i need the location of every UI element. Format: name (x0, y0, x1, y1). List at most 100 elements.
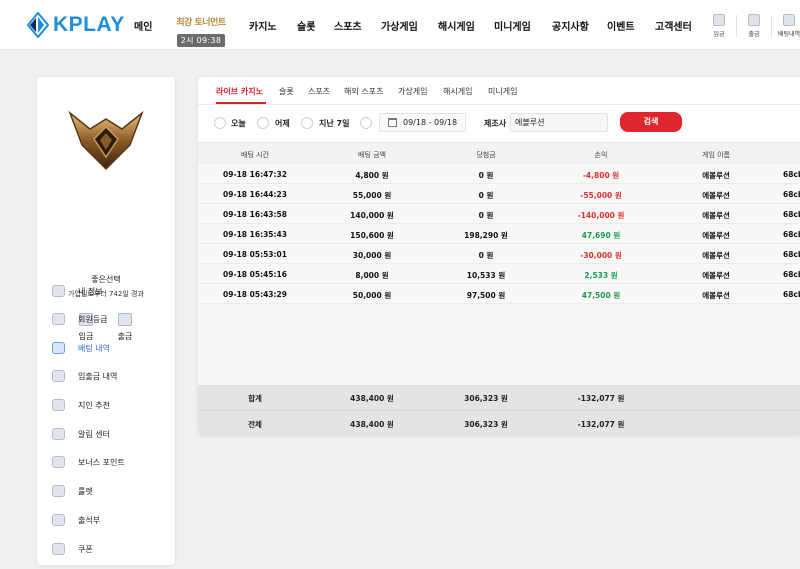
member-grade-icon (52, 313, 65, 325)
radio-custom-range[interactable] (360, 117, 372, 129)
promo-title: 최강 토너먼트 (176, 18, 226, 28)
cell-win: 97,500 원 (466, 291, 506, 300)
radio-yesterday[interactable] (257, 117, 269, 129)
radio-yesterday-label: 어제 (275, 119, 290, 128)
tab-sports[interactable]: 스포츠 (308, 86, 330, 97)
cell-pnl: 2,533 원 (584, 271, 618, 280)
cell-extra: 68cb (783, 170, 800, 179)
table-row[interactable]: 09-18 05:53:01 30,000 원 0 원 -30,000 원 에볼… (198, 244, 800, 264)
sidebar-item-label: 보너스 포인트 (78, 457, 125, 467)
sidebar-item-roulette[interactable]: 룰렛 (52, 482, 93, 500)
column-header: 게임 이름 (702, 151, 730, 159)
maker-input[interactable] (510, 113, 608, 132)
date-range-picker[interactable]: 09/18 - 09/18 (379, 113, 466, 132)
cell-game: 에볼루션 (702, 271, 730, 280)
nav-casino[interactable]: 카지노 (249, 18, 277, 33)
header-withdraw-button[interactable]: 출금 (740, 14, 768, 38)
referral-icon (52, 399, 65, 411)
tab-slot[interactable]: 슬롯 (279, 86, 294, 97)
total-win: 306,323 원 (464, 420, 508, 429)
tab-virtual-game[interactable]: 가상게임 (398, 86, 427, 97)
total-row: 전체 438,400 원 306,323 원 -132,077 원 (198, 410, 800, 434)
subtotal-row: 합계 438,400 원 306,323 원 -132,077 원 (198, 385, 800, 409)
sidebar-withdraw-button[interactable]: 출금 (110, 313, 140, 342)
cell-pnl: -4,800 원 (582, 171, 620, 180)
logo[interactable]: KPLAY (27, 12, 125, 38)
table-row[interactable]: 09-18 16:44:23 55,000 원 0 원 -55,000 원 에볼… (198, 184, 800, 204)
nav-customer-center[interactable]: 고객센터 (655, 18, 692, 33)
tab-mini-game[interactable]: 미니게임 (488, 86, 517, 97)
table-row[interactable]: 09-18 16:35:43 150,600 원 198,290 원 47,69… (198, 224, 800, 244)
column-header: 당첨금 (476, 151, 496, 159)
tab-overseas-sports[interactable]: 해외 스포츠 (344, 86, 383, 97)
table-header: 배팅 시간 배팅 금액 당첨금 손익 게임 이름 (198, 142, 800, 164)
sidebar-item-label: 출석부 (78, 515, 101, 525)
cell-win: 0 원 (478, 171, 494, 180)
table-row[interactable]: 09-18 16:43:58 140,000 원 0 원 -140,000 원 … (198, 204, 800, 224)
cell-extra: 68cb (783, 210, 800, 219)
table-footer: 합계 438,400 원 306,323 원 -132,077 원 전체 438… (198, 385, 800, 435)
nav-sports[interactable]: 스포츠 (334, 18, 362, 33)
radio-today[interactable] (214, 117, 226, 129)
sidebar-item-my-info[interactable]: 내 정보 (52, 282, 103, 300)
sidebar-item-referral[interactable]: 지인 추천 (52, 396, 110, 414)
promo-tournament[interactable]: 최강 토너먼트 2시 09:38 (170, 15, 232, 47)
nav-notice[interactable]: 공지사항 (552, 18, 589, 33)
header-divider (736, 15, 737, 37)
sidebar-item-attendance[interactable]: 출석부 (52, 511, 100, 529)
withdraw-icon (118, 313, 132, 326)
cell-win: 10,533 원 (466, 271, 506, 280)
sidebar-item-betting-history[interactable]: 배팅 내역 (52, 339, 110, 357)
nav-slot[interactable]: 슬롯 (297, 18, 315, 33)
column-header: 손익 (594, 151, 608, 159)
sidebar: 좋은선택 가입일로부터 742일 경과 입금 출금 내 정보 회원등급 배팅 내… (37, 77, 175, 565)
header-betting-history-button[interactable]: 배팅내역 (775, 14, 800, 38)
nav-virtual-game[interactable]: 가상게임 (381, 18, 418, 33)
cell-time: 09-18 05:45:16 (223, 270, 287, 279)
sidebar-item-member-grade[interactable]: 회원등급 (52, 310, 107, 328)
cell-extra: 68cb (783, 270, 800, 279)
radio-last-7-days-label: 지난 7일 (319, 119, 350, 128)
table-row[interactable]: 09-18 05:43:29 50,000 원 97,500 원 47,500 … (198, 284, 800, 304)
cell-pnl: 47,500 원 (581, 291, 621, 300)
radio-today-label: 오늘 (231, 119, 246, 128)
logo-text: KPLAY (53, 13, 125, 36)
sidebar-item-bonus-point[interactable]: 보너스 포인트 (52, 453, 125, 471)
sidebar-item-label: 룰렛 (78, 486, 93, 496)
sidebar-item-coupon[interactable]: 쿠폰 (52, 540, 93, 558)
cell-win: 0 원 (478, 251, 494, 260)
deposit-icon (713, 14, 725, 26)
cell-pnl: -55,000 원 (580, 191, 622, 200)
rank-emblem-icon (68, 110, 144, 171)
search-button[interactable]: 검색 (620, 112, 682, 132)
nav-main[interactable]: 메인 (134, 18, 152, 33)
nav-mini-game[interactable]: 미니게임 (494, 18, 531, 33)
table-row[interactable]: 09-18 05:45:16 8,000 원 10,533 원 2,533 원 … (198, 264, 800, 284)
subtotal-pnl: -132,077 원 (577, 394, 625, 403)
header-deposit-label: 입금 (713, 31, 725, 38)
cell-game: 에볼루션 (702, 231, 730, 240)
cell-win: 198,290 원 (464, 231, 508, 240)
profile-icon (52, 285, 65, 297)
coupon-icon (52, 543, 65, 555)
cell-game: 에볼루션 (702, 291, 730, 300)
nav-hash-game[interactable]: 해시게임 (438, 18, 475, 33)
radio-last-7-days[interactable] (301, 117, 313, 129)
table-row[interactable]: 09-18 16:47:32 4,800 원 0 원 -4,800 원 에볼루션… (198, 164, 800, 184)
sidebar-item-label: 쿠폰 (78, 544, 93, 554)
cell-win: 0 원 (478, 191, 494, 200)
withdraw-icon (748, 14, 760, 26)
sidebar-item-notification-center[interactable]: 알림 센터 (52, 425, 110, 443)
cell-extra: 68cb (783, 290, 800, 299)
cell-extra: 68cb (783, 250, 800, 259)
nav-event[interactable]: 이벤트 (607, 18, 635, 33)
header-deposit-button[interactable]: 입금 (705, 14, 733, 38)
cell-bet: 50,000 원 (352, 291, 392, 300)
attendance-icon (52, 514, 65, 526)
cell-time: 09-18 16:35:43 (223, 230, 287, 239)
sidebar-item-transactions[interactable]: 입출금 내역 (52, 367, 117, 385)
tab-live-casino[interactable]: 라이브 카지노 (216, 86, 263, 97)
tab-hash-game[interactable]: 해시게임 (443, 86, 472, 97)
roulette-icon (52, 485, 65, 497)
cell-bet: 8,000 원 (355, 271, 389, 280)
